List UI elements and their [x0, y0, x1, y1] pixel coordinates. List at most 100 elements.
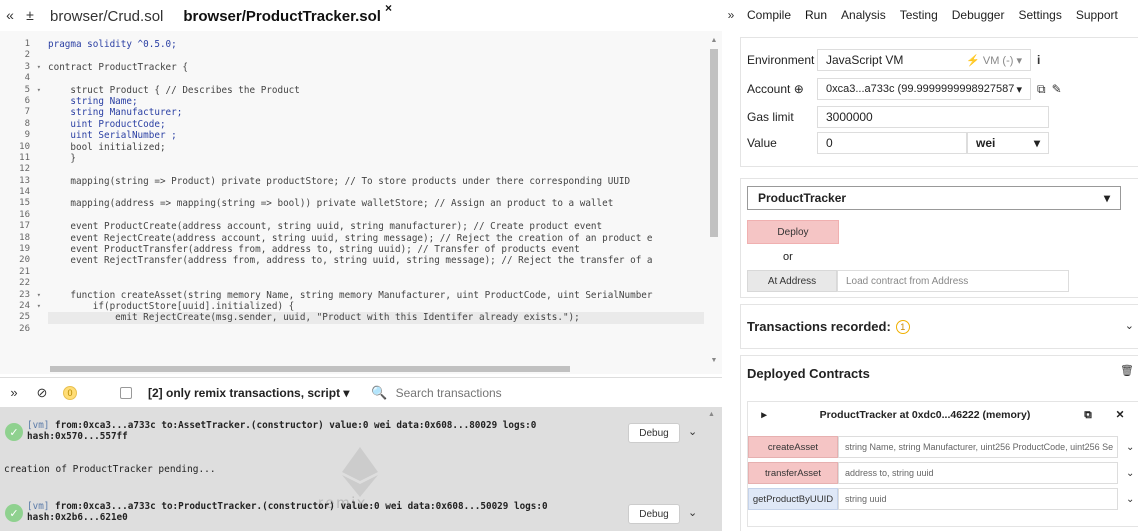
copy-icon[interactable]: ⧉ [1070, 409, 1106, 422]
function-row-transferasset: transferAsset address to, string uuid ⌄ [748, 462, 1138, 484]
fold-toggle-icon[interactable]: ▾ [37, 301, 41, 312]
code-line[interactable]: uint SerialNumber ; [48, 130, 704, 141]
code-line[interactable] [48, 267, 704, 278]
code-editor[interactable]: 1 2 3 ▾ 4 5 ▾ 6 7 8 9 10 11 12 13 14 15 16 17 18 19 20 21 22 23 ▾… [0, 31, 722, 374]
line-number: 22 [19, 278, 30, 289]
plus-circle-icon[interactable]: ⊕ [794, 82, 804, 96]
getproductbyuuid-params-input[interactable]: string uuid [838, 488, 1118, 510]
tab-run[interactable]: Run [798, 8, 834, 22]
getproductbyuuid-button[interactable]: getProductByUUID [748, 488, 838, 510]
code-line[interactable] [48, 324, 704, 335]
transferasset-params-input[interactable]: address to, string uuid [838, 462, 1118, 484]
code-line[interactable]: event RejectTransfer(address from, addre… [48, 255, 704, 266]
editor-vertical-scrollbar[interactable]: ▲ ▼ [708, 37, 720, 367]
tx-log-entry[interactable]: ✓ [vm] from:0xca3...a733c to:ProductTrac… [0, 498, 706, 530]
chevron-double-down-icon[interactable]: » [0, 378, 28, 408]
scroll-thumb[interactable] [50, 366, 570, 372]
code-line[interactable]: string Name; [48, 96, 704, 107]
tab-debugger[interactable]: Debugger [945, 8, 1012, 22]
pending-counter[interactable]: 0 [56, 378, 84, 408]
scroll-up-icon[interactable]: ▲ [708, 37, 720, 47]
editor-horizontal-scrollbar[interactable] [40, 365, 695, 373]
filter-dropdown[interactable]: [2] only remix transactions, script ▾ [140, 382, 357, 404]
line-number: 16 [19, 209, 30, 220]
tab-settings[interactable]: Settings [1011, 8, 1068, 22]
code-line[interactable]: struct Product { // Describes the Produc… [48, 85, 704, 96]
ban-icon[interactable]: ⊘ [28, 378, 56, 408]
scroll-left-icon[interactable]: « [0, 0, 20, 30]
code-line[interactable]: bool initialized; [48, 142, 704, 153]
code-line[interactable]: if(productStore[uuid].initialized) { [48, 301, 704, 312]
caret-icon[interactable]: ▸ [748, 409, 780, 421]
close-icon[interactable]: ✕ [1106, 409, 1134, 421]
code-line[interactable] [48, 73, 704, 84]
code-line[interactable]: mapping(string => Product) private produ… [48, 176, 704, 187]
deploy-button[interactable]: Deploy [747, 220, 839, 244]
tab-producttracker-sol[interactable]: browser/ProductTracker.sol × [173, 1, 402, 30]
createasset-params-input[interactable]: string Name, string Manufacturer, uint25… [838, 436, 1118, 458]
search-transactions-input[interactable] [395, 381, 576, 404]
debug-button[interactable]: Debug [628, 504, 680, 524]
terminal-scrollbar[interactable]: ▲ [708, 411, 720, 529]
listen-checkbox[interactable] [120, 386, 132, 399]
code-line[interactable] [48, 278, 704, 289]
deployed-contracts: Deployed Contracts 🗑 ▸ ProductTracker at… [740, 355, 1138, 531]
code-line[interactable]: contract ProductTracker { [48, 62, 704, 73]
contract-select[interactable]: ProductTracker ▾ [747, 186, 1121, 210]
value-input[interactable]: 0 [817, 132, 967, 154]
instance-header[interactable]: ▸ ProductTracker at 0xdc0...46222 (memor… [748, 402, 1138, 428]
contract-address-input[interactable]: Load contract from Address [837, 270, 1069, 292]
chevron-down-icon[interactable]: ⌄ [1126, 442, 1134, 453]
code-line[interactable]: emit RejectCreate(msg.sender, uuid, "Pro… [48, 312, 704, 324]
copy-icon[interactable]: ⧉ [1037, 82, 1046, 97]
at-address-button[interactable]: At Address [747, 270, 837, 292]
chevron-down-icon[interactable]: ⌄ [688, 506, 697, 519]
chevron-down-icon[interactable]: ⌄ [1125, 319, 1134, 332]
fold-toggle-icon[interactable]: ▾ [37, 62, 41, 73]
code-line[interactable]: string Manufacturer; [48, 107, 704, 118]
createasset-button[interactable]: createAsset [748, 436, 838, 458]
code-line[interactable]: pragma solidity ^0.5.0; [48, 39, 704, 50]
code-line[interactable]: mapping(address => mapping(string => boo… [48, 198, 704, 209]
code-line[interactable] [48, 187, 704, 198]
transferasset-button[interactable]: transferAsset [748, 462, 838, 484]
add-file-icon[interactable]: ± [20, 0, 40, 30]
code-line[interactable] [48, 164, 704, 175]
code-line[interactable]: } [48, 153, 704, 164]
close-tab-icon[interactable]: × [385, 1, 392, 15]
transactions-recorded[interactable]: Transactions recorded: 1 ⌄ [740, 304, 1138, 349]
trash-icon[interactable]: 🗑 [1120, 364, 1134, 377]
code-line[interactable] [48, 210, 704, 221]
chevron-down-icon[interactable]: ⌄ [688, 425, 697, 438]
tab-crud-sol[interactable]: browser/Crud.sol [40, 2, 173, 30]
fold-toggle-icon[interactable]: ▾ [37, 85, 41, 96]
line-number: 26 [19, 323, 30, 334]
code-line[interactable]: event RejectCreate(address account, stri… [48, 233, 704, 244]
edit-icon[interactable]: ✎ [1052, 82, 1062, 96]
code-line[interactable]: function createAsset(string memory Name,… [48, 290, 704, 301]
terminal-output[interactable]: remix ✓ [vm] from:0xca3...a733c to:Asset… [0, 407, 722, 531]
chevron-down-icon[interactable]: ⌄ [1126, 468, 1134, 479]
code-content[interactable]: pragma solidity ^0.5.0; contract ProductT… [48, 39, 704, 335]
scroll-down-icon[interactable]: ▼ [708, 357, 720, 367]
code-line[interactable]: event ProductCreate(address account, str… [48, 221, 704, 232]
tab-testing[interactable]: Testing [893, 8, 945, 22]
code-line[interactable]: uint ProductCode; [48, 119, 704, 130]
code-line[interactable]: event ProductTransfer(address from, addr… [48, 244, 704, 255]
debug-button[interactable]: Debug [628, 423, 680, 443]
chevron-down-icon[interactable]: ⌄ [1126, 494, 1134, 505]
account-select[interactable]: 0xca3...a733c (99.9999999998927587 ▾ [817, 78, 1031, 100]
environment-select[interactable]: JavaScript VM ⚡ VM (-) ▾ [817, 49, 1031, 71]
fold-toggle-icon[interactable]: ▾ [37, 290, 41, 301]
tab-compile[interactable]: Compile [740, 8, 798, 22]
tab-support[interactable]: Support [1069, 8, 1125, 22]
tab-analysis[interactable]: Analysis [834, 8, 893, 22]
scroll-thumb[interactable] [710, 49, 718, 237]
scroll-up-icon[interactable]: ▲ [708, 411, 715, 418]
code-line[interactable] [48, 50, 704, 61]
collapse-panel-icon[interactable]: » [722, 8, 740, 22]
value-unit-select[interactable]: wei ▾ [967, 132, 1049, 154]
info-icon[interactable]: i [1037, 53, 1040, 67]
tx-log-entry[interactable]: ✓ [vm] from:0xca3...a733c to:AssetTracke… [0, 417, 706, 449]
gas-limit-input[interactable]: 3000000 [817, 106, 1049, 128]
